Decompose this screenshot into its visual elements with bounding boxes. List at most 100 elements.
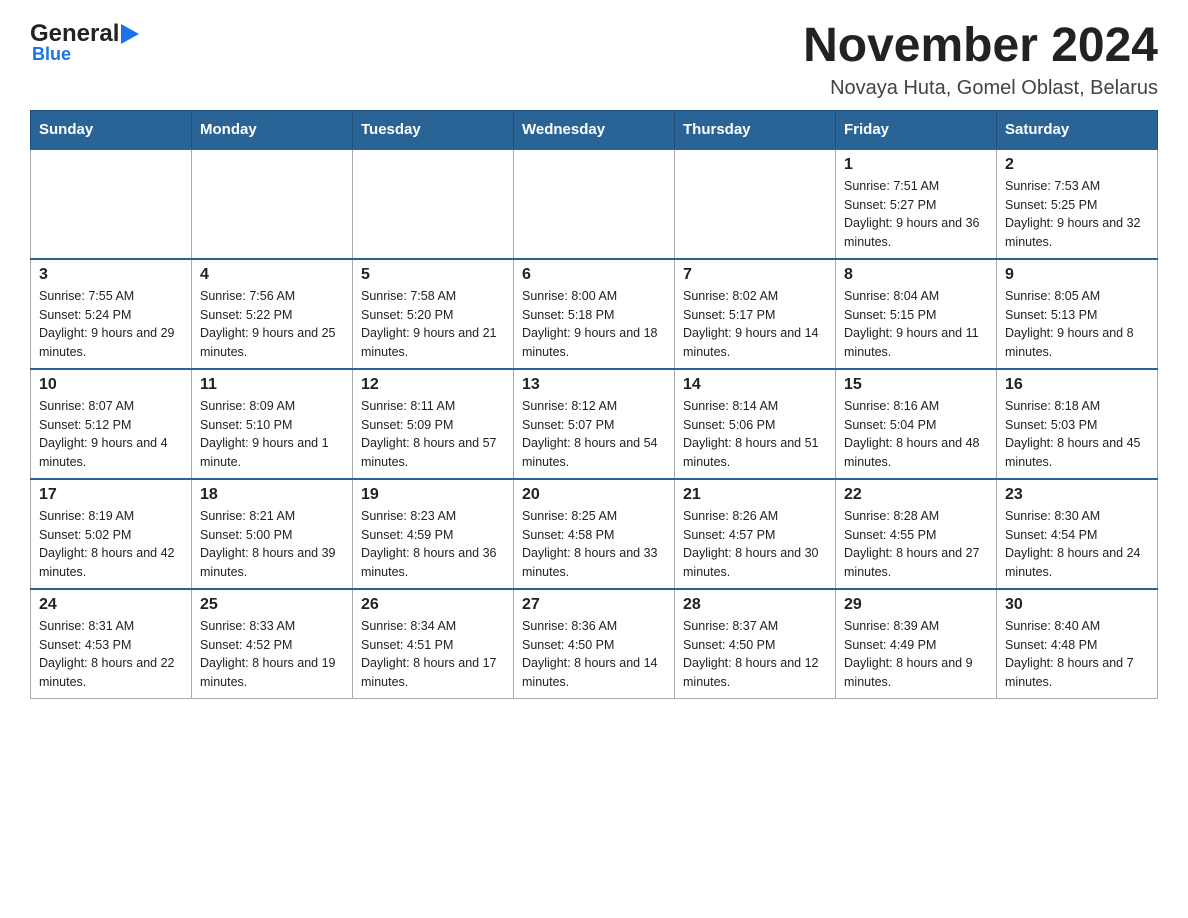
calendar-cell <box>514 149 675 259</box>
day-info: Sunrise: 8:16 AMSunset: 5:04 PMDaylight:… <box>844 397 988 472</box>
calendar-header-wednesday: Wednesday <box>514 110 675 149</box>
calendar-cell: 15 Sunrise: 8:16 AMSunset: 5:04 PMDayligh… <box>836 369 997 479</box>
calendar-cell: 12Sunrise: 8:11 AMSunset: 5:09 PMDayligh… <box>353 369 514 479</box>
calendar-cell: 28 Sunrise: 8:37 AMSunset: 4:50 PMDayligh… <box>675 589 836 699</box>
calendar-cell: 6 Sunrise: 8:00 AMSunset: 5:18 PMDaylight… <box>514 259 675 369</box>
day-info: Sunrise: 8:19 AMSunset: 5:02 PMDaylight:… <box>39 507 183 582</box>
calendar-cell <box>192 149 353 259</box>
calendar: SundayMondayTuesdayWednesdayThursdayFrid… <box>30 110 1158 699</box>
day-number: 1 <box>844 156 988 174</box>
calendar-cell <box>353 149 514 259</box>
calendar-cell: 21 Sunrise: 8:26 AMSunset: 4:57 PMDayligh… <box>675 479 836 589</box>
calendar-cell: 16Sunrise: 8:18 AMSunset: 5:03 PMDayligh… <box>997 369 1158 479</box>
day-number: 17 <box>39 486 183 504</box>
calendar-cell: 9Sunrise: 8:05 AMSunset: 5:13 PMDaylight… <box>997 259 1158 369</box>
calendar-cell: 25Sunrise: 8:33 AMSunset: 4:52 PMDayligh… <box>192 589 353 699</box>
calendar-cell: 17 Sunrise: 8:19 AMSunset: 5:02 PMDayligh… <box>31 479 192 589</box>
calendar-header-saturday: Saturday <box>997 110 1158 149</box>
calendar-cell: 5Sunrise: 7:58 AMSunset: 5:20 PMDaylight… <box>353 259 514 369</box>
day-number: 10 <box>39 376 183 394</box>
day-info: Sunrise: 7:51 AMSunset: 5:27 PMDaylight:… <box>844 177 988 252</box>
day-info: Sunrise: 8:04 AMSunset: 5:15 PMDaylight:… <box>844 287 988 362</box>
calendar-cell: 19Sunrise: 8:23 AMSunset: 4:59 PMDayligh… <box>353 479 514 589</box>
logo-blue: Blue <box>32 44 71 65</box>
calendar-cell: 7 Sunrise: 8:02 AMSunset: 5:17 PMDaylight… <box>675 259 836 369</box>
page-header: General Blue November 2024 Novaya Huta, … <box>30 20 1158 100</box>
calendar-cell: 2 Sunrise: 7:53 AMSunset: 5:25 PMDaylight… <box>997 149 1158 259</box>
day-info: Sunrise: 8:25 AMSunset: 4:58 PMDaylight:… <box>522 507 666 582</box>
calendar-cell: 14 Sunrise: 8:14 AMSunset: 5:06 PMDayligh… <box>675 369 836 479</box>
week-row-5: 24 Sunrise: 8:31 AMSunset: 4:53 PMDayligh… <box>31 589 1158 699</box>
day-number: 18 <box>200 486 344 504</box>
calendar-cell: 11 Sunrise: 8:09 AMSunset: 5:10 PMDayligh… <box>192 369 353 479</box>
day-info: Sunrise: 8:33 AMSunset: 4:52 PMDaylight:… <box>200 617 344 692</box>
day-number: 22 <box>844 486 988 504</box>
day-info: Sunrise: 7:55 AMSunset: 5:24 PMDaylight:… <box>39 287 183 362</box>
calendar-cell: 27Sunrise: 8:36 AMSunset: 4:50 PMDayligh… <box>514 589 675 699</box>
calendar-cell: 3 Sunrise: 7:55 AMSunset: 5:24 PMDaylight… <box>31 259 192 369</box>
day-number: 16 <box>1005 376 1149 394</box>
calendar-cell: 8Sunrise: 8:04 AMSunset: 5:15 PMDaylight… <box>836 259 997 369</box>
title-block: November 2024 Novaya Huta, Gomel Oblast,… <box>803 20 1158 100</box>
day-info: Sunrise: 8:02 AMSunset: 5:17 PMDaylight:… <box>683 287 827 362</box>
day-info: Sunrise: 8:09 AMSunset: 5:10 PMDaylight:… <box>200 397 344 472</box>
day-info: Sunrise: 8:28 AMSunset: 4:55 PMDaylight:… <box>844 507 988 582</box>
calendar-header-friday: Friday <box>836 110 997 149</box>
day-info: Sunrise: 8:00 AMSunset: 5:18 PMDaylight:… <box>522 287 666 362</box>
day-number: 13 <box>522 376 666 394</box>
calendar-cell: 26Sunrise: 8:34 AMSunset: 4:51 PMDayligh… <box>353 589 514 699</box>
day-info: Sunrise: 8:40 AMSunset: 4:48 PMDaylight:… <box>1005 617 1149 692</box>
day-number: 21 <box>683 486 827 504</box>
calendar-cell: 22 Sunrise: 8:28 AMSunset: 4:55 PMDayligh… <box>836 479 997 589</box>
day-info: Sunrise: 8:37 AMSunset: 4:50 PMDaylight:… <box>683 617 827 692</box>
day-number: 5 <box>361 266 505 284</box>
day-number: 11 <box>200 376 344 394</box>
calendar-cell: 10 Sunrise: 8:07 AMSunset: 5:12 PMDayligh… <box>31 369 192 479</box>
day-number: 7 <box>683 266 827 284</box>
day-info: Sunrise: 8:26 AMSunset: 4:57 PMDaylight:… <box>683 507 827 582</box>
month-title: November 2024 <box>803 20 1158 73</box>
calendar-cell: 1 Sunrise: 7:51 AMSunset: 5:27 PMDaylight… <box>836 149 997 259</box>
calendar-cell: 29Sunrise: 8:39 AMSunset: 4:49 PMDayligh… <box>836 589 997 699</box>
day-number: 24 <box>39 596 183 614</box>
logo-triangle-icon <box>121 24 139 44</box>
day-number: 6 <box>522 266 666 284</box>
logo: General Blue <box>30 20 139 65</box>
day-info: Sunrise: 8:23 AMSunset: 4:59 PMDaylight:… <box>361 507 505 582</box>
calendar-header-tuesday: Tuesday <box>353 110 514 149</box>
calendar-cell: 13 Sunrise: 8:12 AMSunset: 5:07 PMDayligh… <box>514 369 675 479</box>
day-number: 27 <box>522 596 666 614</box>
day-info: Sunrise: 7:53 AMSunset: 5:25 PMDaylight:… <box>1005 177 1149 252</box>
day-info: Sunrise: 8:11 AMSunset: 5:09 PMDaylight:… <box>361 397 505 472</box>
location: Novaya Huta, Gomel Oblast, Belarus <box>803 77 1158 100</box>
day-info: Sunrise: 8:07 AMSunset: 5:12 PMDaylight:… <box>39 397 183 472</box>
day-number: 2 <box>1005 156 1149 174</box>
day-info: Sunrise: 8:12 AMSunset: 5:07 PMDaylight:… <box>522 397 666 472</box>
day-number: 15 <box>844 376 988 394</box>
day-number: 20 <box>522 486 666 504</box>
day-info: Sunrise: 8:05 AMSunset: 5:13 PMDaylight:… <box>1005 287 1149 362</box>
day-number: 26 <box>361 596 505 614</box>
calendar-cell: 30 Sunrise: 8:40 AMSunset: 4:48 PMDayligh… <box>997 589 1158 699</box>
day-info: Sunrise: 7:56 AMSunset: 5:22 PMDaylight:… <box>200 287 344 362</box>
calendar-header-sunday: Sunday <box>31 110 192 149</box>
week-row-3: 10 Sunrise: 8:07 AMSunset: 5:12 PMDayligh… <box>31 369 1158 479</box>
calendar-cell: 18 Sunrise: 8:21 AMSunset: 5:00 PMDayligh… <box>192 479 353 589</box>
day-info: Sunrise: 8:31 AMSunset: 4:53 PMDaylight:… <box>39 617 183 692</box>
week-row-1: 1 Sunrise: 7:51 AMSunset: 5:27 PMDaylight… <box>31 149 1158 259</box>
day-number: 29 <box>844 596 988 614</box>
calendar-header-monday: Monday <box>192 110 353 149</box>
day-number: 30 <box>1005 596 1149 614</box>
day-info: Sunrise: 8:30 AMSunset: 4:54 PMDaylight:… <box>1005 507 1149 582</box>
day-number: 14 <box>683 376 827 394</box>
day-number: 28 <box>683 596 827 614</box>
calendar-cell: 23Sunrise: 8:30 AMSunset: 4:54 PMDayligh… <box>997 479 1158 589</box>
calendar-cell <box>675 149 836 259</box>
calendar-cell: 4Sunrise: 7:56 AMSunset: 5:22 PMDaylight… <box>192 259 353 369</box>
day-info: Sunrise: 8:21 AMSunset: 5:00 PMDaylight:… <box>200 507 344 582</box>
calendar-cell: 24 Sunrise: 8:31 AMSunset: 4:53 PMDayligh… <box>31 589 192 699</box>
calendar-header-thursday: Thursday <box>675 110 836 149</box>
day-info: Sunrise: 8:14 AMSunset: 5:06 PMDaylight:… <box>683 397 827 472</box>
week-row-4: 17 Sunrise: 8:19 AMSunset: 5:02 PMDayligh… <box>31 479 1158 589</box>
day-number: 3 <box>39 266 183 284</box>
